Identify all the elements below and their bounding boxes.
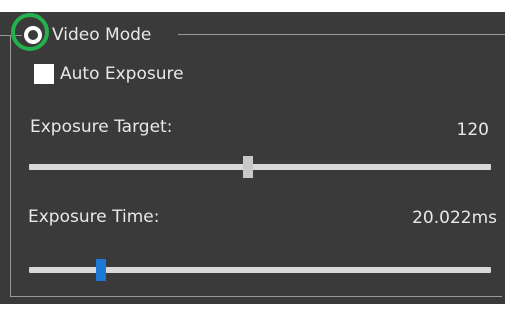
groupbox-border-top: [178, 34, 505, 35]
auto-exposure-label: Auto Exposure: [60, 64, 184, 84]
auto-exposure-checkbox[interactable]: [34, 64, 54, 84]
exposure-time-slider-thumb[interactable]: [96, 259, 106, 281]
highlight-circle-annotation: [11, 13, 49, 51]
exposure-time-value: 20.022ms: [412, 208, 497, 228]
exposure-target-value: 120: [456, 120, 489, 140]
exposure-time-label: Exposure Time:: [28, 207, 160, 227]
exposure-target-slider-track[interactable]: [29, 164, 491, 170]
video-mode-label: Video Mode: [52, 25, 152, 45]
exposure-target-label: Exposure Target:: [30, 117, 173, 137]
exposure-target-slider-thumb[interactable]: [243, 156, 253, 178]
